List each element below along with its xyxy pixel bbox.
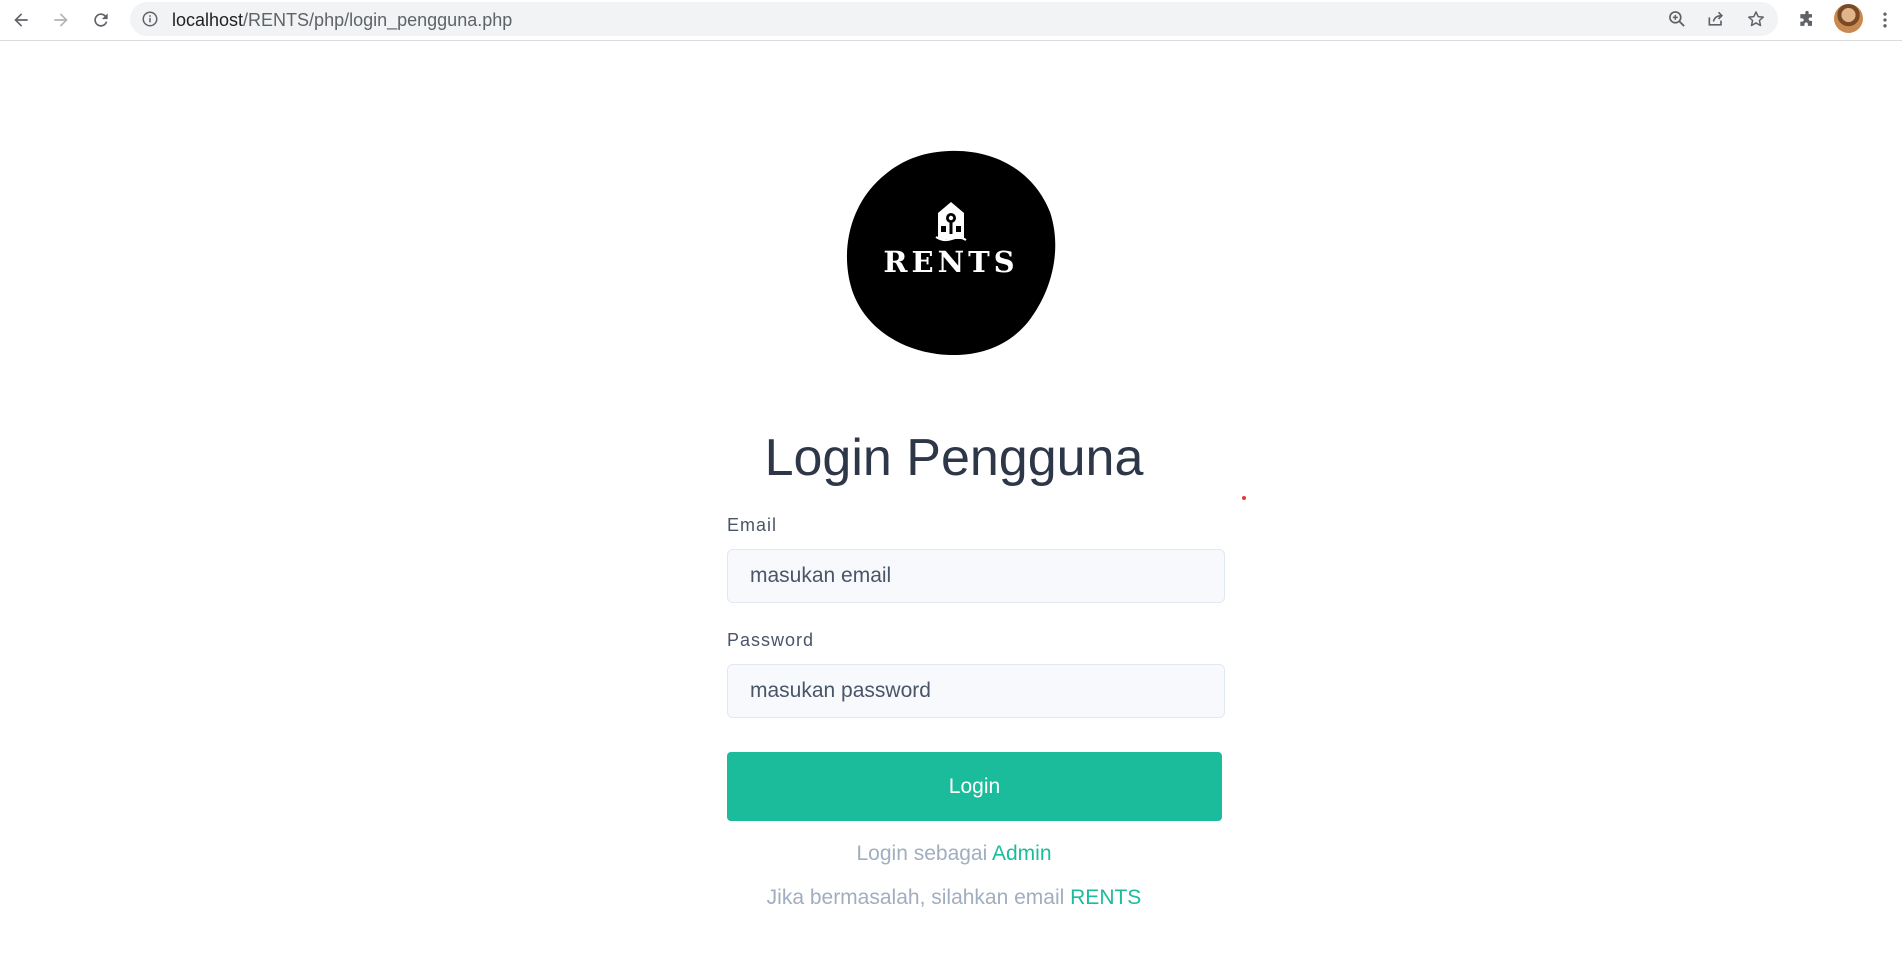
help-text: Jika bermasalah, silahkan email RENTS xyxy=(0,886,1902,910)
url-text: localhost/RENTS/php/login_pengguna.php xyxy=(172,10,512,31)
menu-button[interactable] xyxy=(1870,5,1900,35)
zoom-button[interactable] xyxy=(1666,8,1688,30)
info-icon[interactable] xyxy=(141,10,159,28)
stray-dot xyxy=(1242,496,1246,500)
forward-button[interactable] xyxy=(45,4,77,36)
admin-login-text: Login sebagai Admin xyxy=(0,842,1902,866)
share-icon xyxy=(1708,11,1724,26)
email-label: Email xyxy=(727,515,778,535)
url-host: localhost xyxy=(172,10,244,30)
logo-text: RENTS xyxy=(883,245,1019,279)
more-vertical-icon xyxy=(1883,12,1887,28)
password-input[interactable] xyxy=(727,664,1225,718)
login-button[interactable]: Login xyxy=(727,752,1222,821)
password-label: Password xyxy=(727,630,815,650)
email-input[interactable] xyxy=(727,549,1225,603)
extensions-button[interactable] xyxy=(1792,5,1822,35)
admin-login-link[interactable]: Admin xyxy=(992,842,1052,865)
rents-logo: RENTS xyxy=(846,150,1056,356)
arrow-left-icon xyxy=(14,13,28,27)
reload-button[interactable] xyxy=(85,4,117,36)
browser-toolbar: localhost/RENTS/php/login_pengguna.php xyxy=(0,0,1902,41)
profile-avatar[interactable] xyxy=(1834,4,1863,33)
share-button[interactable] xyxy=(1705,8,1727,30)
admin-login-prefix: Login sebagai xyxy=(856,842,992,865)
star-icon xyxy=(1748,11,1764,27)
help-prefix: Jika bermasalah, silahkan email xyxy=(766,886,1071,909)
address-bar[interactable]: localhost/RENTS/php/login_pengguna.php xyxy=(130,2,1778,36)
bookmark-button[interactable] xyxy=(1745,8,1767,30)
reload-icon xyxy=(94,13,108,27)
url-path: /RENTS/php/login_pengguna.php xyxy=(243,10,513,30)
arrow-right-icon xyxy=(54,13,68,27)
back-button[interactable] xyxy=(5,4,37,36)
puzzle-icon xyxy=(1800,10,1812,26)
zoom-in-icon xyxy=(1669,11,1685,27)
help-email-link[interactable]: RENTS xyxy=(1070,886,1141,909)
page-title: Login Pengguna xyxy=(764,429,1144,487)
